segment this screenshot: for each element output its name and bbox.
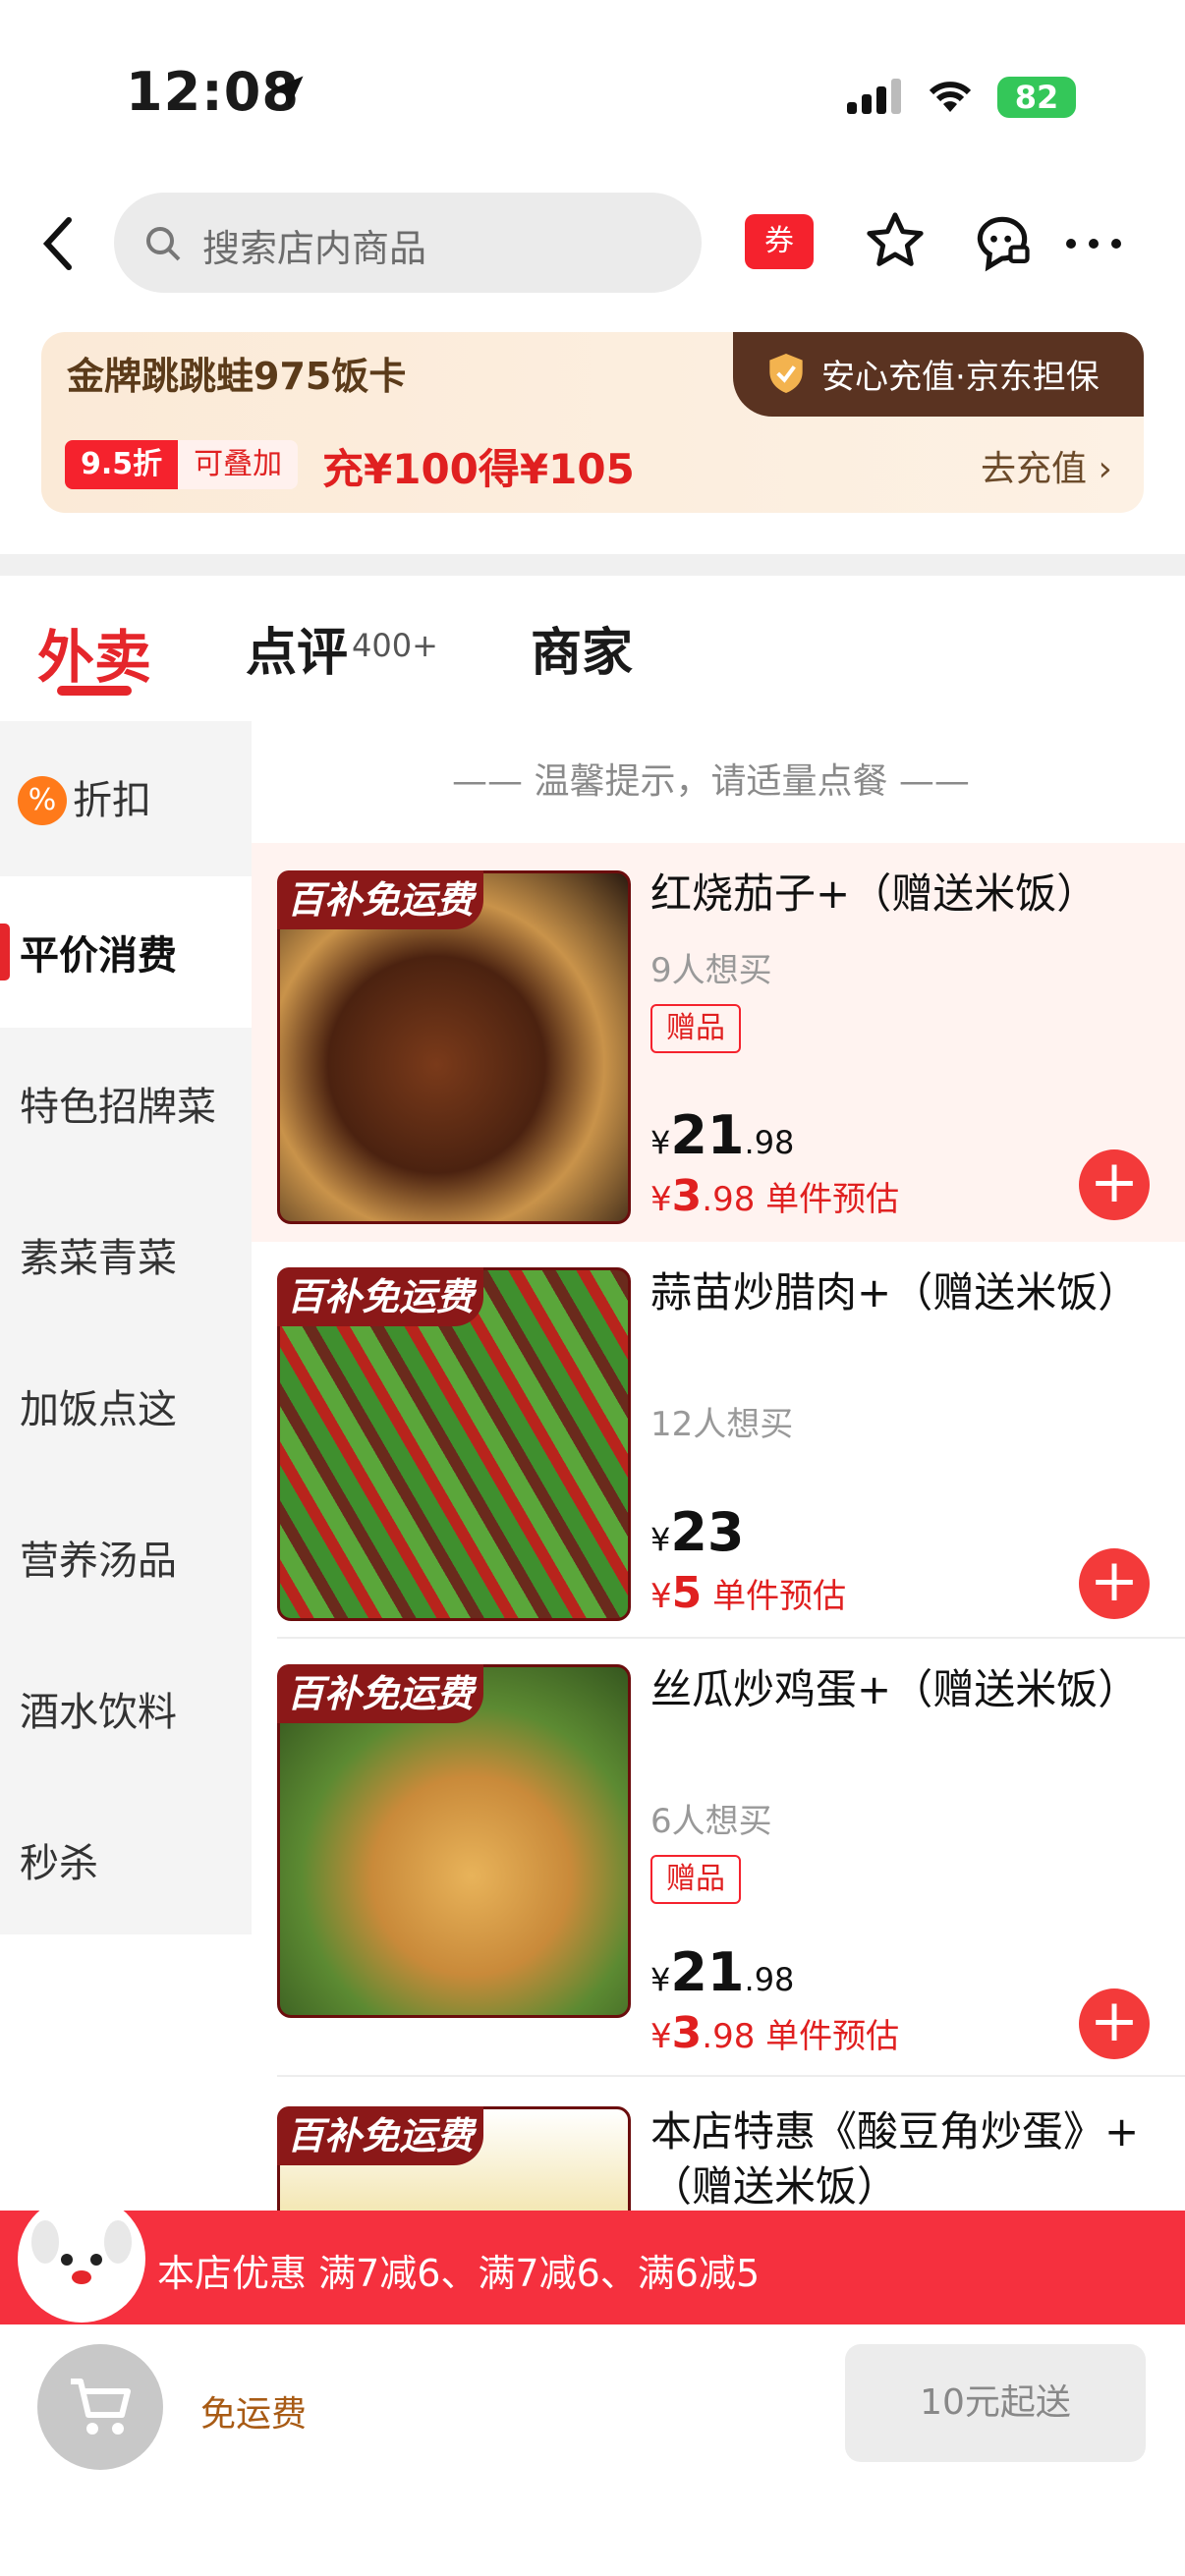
shield-icon [769,354,803,393]
free-shipping-badge: 百补免运费 [277,2106,483,2165]
gift-tag: 赠品 [650,1855,741,1904]
sidebar-item-flash-sale[interactable]: 秒杀 [0,1784,252,1935]
wifi-icon [929,82,972,112]
item-price: ¥21.98 [650,1104,795,1166]
sidebar-item-label: 平价消费 [20,933,177,979]
search-placeholder: 搜索店内商品 [202,227,427,270]
mascot-icon [18,2195,145,2323]
tab-merchant[interactable]: 商家 [531,611,633,685]
add-to-cart-button[interactable]: + [1079,1988,1150,2059]
item-price: ¥23 [650,1501,745,1563]
card-title: 金牌跳跳蛙975饭卡 [67,355,407,398]
item-name: 丝瓜炒鸡蛋+（赠送米饭） [650,1665,1140,1713]
sidebar-item-signature[interactable]: 特色招牌菜 [0,1028,252,1179]
sidebar-item-label: 营养汤品 [20,1539,177,1584]
item-want-count: 9人想买 [650,951,772,990]
sidebar-item-label: 加饭点这 [20,1387,177,1432]
row-divider [277,1637,1185,1639]
sidebar-item-label: 秒杀 [20,1841,98,1886]
search-icon [146,227,181,261]
cart-icon [71,2379,131,2435]
sidebar-active-indicator [0,924,10,980]
sidebar-item-rice[interactable]: 加饭点这 [0,1330,252,1482]
gift-tag: 赠品 [650,1004,741,1053]
section-divider [0,554,1185,576]
item-price: ¥21.98 [650,1941,795,2003]
recharge-link[interactable]: 去充值 › [981,440,1112,491]
signal-icon [847,79,901,114]
estimated-price: ¥3.98 单件预估 [650,1171,900,1221]
more-icon[interactable] [1063,232,1124,255]
sidebar-item-label: 特色招牌菜 [20,1085,216,1130]
stackable-label: 可叠加 [194,447,283,481]
back-icon[interactable] [39,214,79,273]
item-name: 本店特惠《酸豆角炒蛋》+（赠送米饭） [650,2107,1140,2211]
recharge-link-label: 去充值 [981,449,1088,489]
tab-delivery[interactable]: 外卖 [37,611,151,694]
location-arrow-icon [270,76,304,109]
discount-rate: 9.5折 [65,440,179,489]
free-shipping-badge: 百补免运费 [277,1664,483,1723]
cart-button[interactable] [37,2344,163,2470]
discount-badge: 9.5折 可叠加 [65,440,299,489]
recharge-offer: 充¥100得¥105 [322,445,635,493]
tab-underline [57,686,132,696]
free-shipping-badge: 百补免运费 [277,870,483,929]
row-divider [277,2075,1185,2077]
add-to-cart-button[interactable]: + [1079,1149,1150,1220]
free-shipping-badge: 百补免运费 [277,1267,483,1326]
sidebar-item-vegetables[interactable]: 素菜青菜 [0,1179,252,1330]
item-name: 蒜苗炒腊肉+（赠送米饭） [650,1268,1140,1316]
sidebar-item-label: 酒水饮料 [20,1690,177,1735]
shipping-status: 免运费 [200,2394,308,2435]
sidebar-item-label: 折扣 [73,778,151,823]
chevron-right-icon: › [1098,449,1112,489]
promotion-text: 本店优惠 满7减6、满7减6、满6减5 [157,2252,761,2295]
checkout-button[interactable]: 10元起送 [845,2344,1146,2462]
chat-icon[interactable] [969,208,1036,275]
estimated-price: ¥5 单件预估 [650,1568,847,1618]
guarantee-text: 安心充值·京东担保 [821,358,1100,397]
star-icon[interactable] [863,208,928,273]
sidebar-item-label: 素菜青菜 [20,1236,177,1281]
sidebar-item-drinks[interactable]: 酒水饮料 [0,1633,252,1784]
discount-icon: % [18,776,67,825]
tab-reviews[interactable]: 点评 [246,611,348,685]
item-name: 红烧茄子+（赠送米饭） [650,869,1099,918]
item-want-count: 12人想买 [650,1405,794,1444]
sidebar-item-budget[interactable]: 平价消费 [0,876,252,1028]
sidebar-item-soup[interactable]: 营养汤品 [0,1482,252,1633]
coupon-button[interactable]: 券 [745,214,814,269]
estimated-price: ¥3.98 单件预估 [650,2008,900,2058]
hint-text: —— 温馨提示，请适量点餐 —— [452,761,970,802]
item-want-count: 6人想买 [650,1802,772,1841]
add-to-cart-button[interactable]: + [1079,1548,1150,1619]
battery-indicator: 82 [997,77,1076,118]
tab-reviews-count: 400+ [352,627,438,664]
